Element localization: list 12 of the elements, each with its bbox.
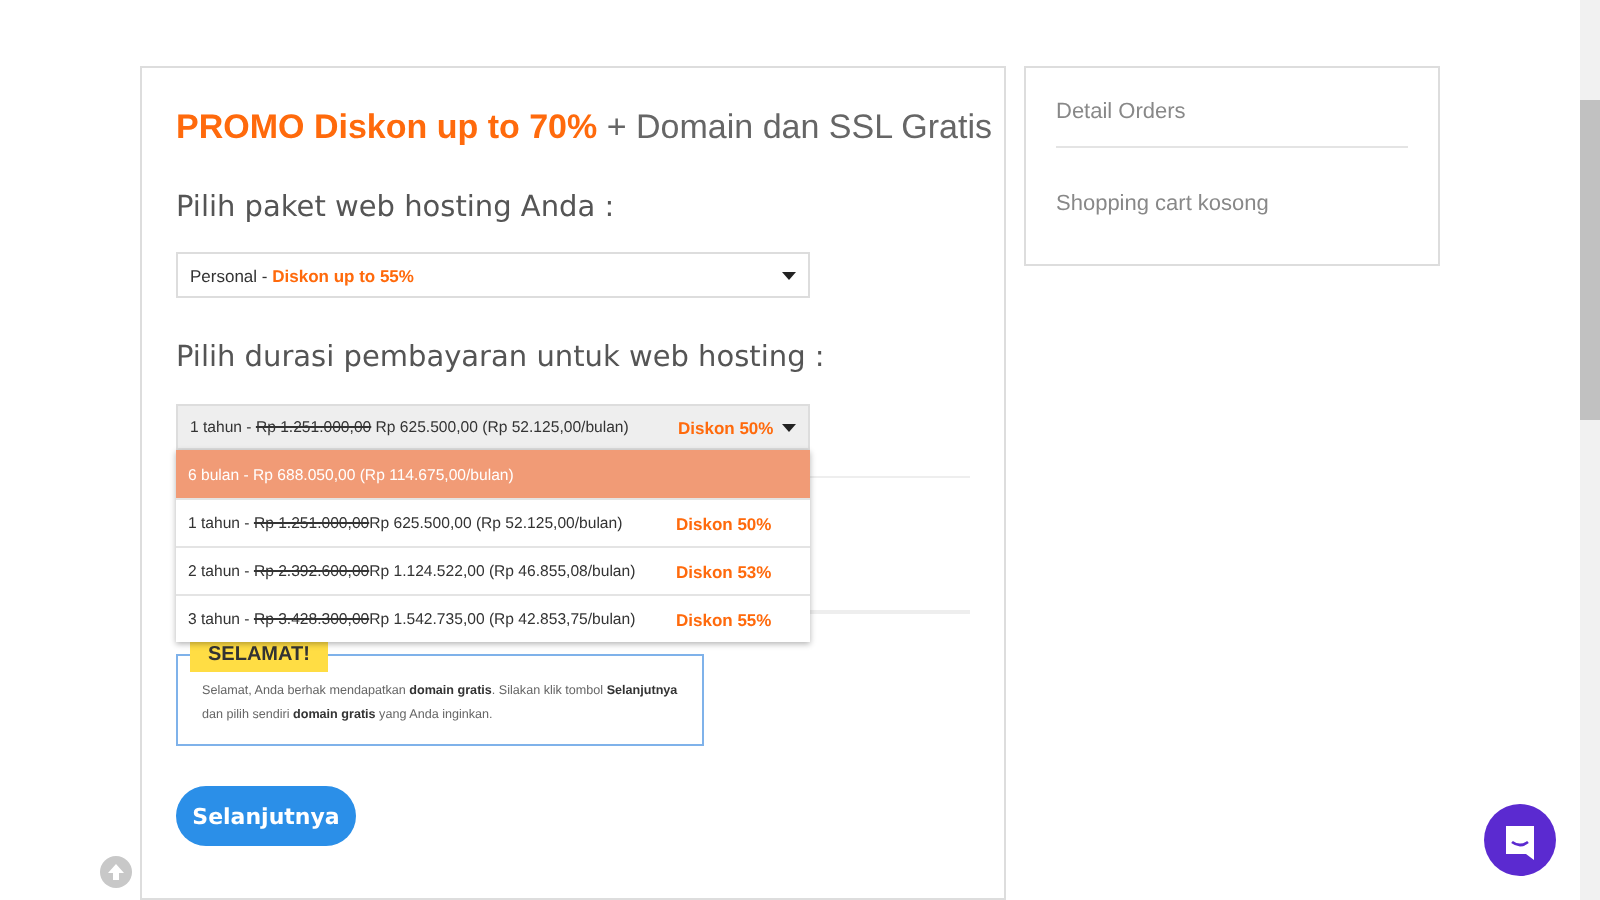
package-label: Pilih paket web hosting Anda :	[176, 192, 617, 224]
scroll-top-icon[interactable]	[100, 856, 132, 888]
chat-icon[interactable]	[1484, 804, 1556, 876]
caret-icon	[782, 272, 796, 280]
promo-subheading: + Domain dan SSL Gratis	[606, 108, 992, 146]
promo-heading: PROMO Diskon up to 70%	[176, 108, 598, 146]
summary-title: Detail Orders	[1056, 68, 1408, 148]
empty-cart-text: Shopping cart kosong	[1056, 190, 1271, 216]
duration-label: Pilih durasi pembayaran untuk web hosting :	[176, 342, 827, 374]
caret-icon	[782, 424, 796, 432]
package-select[interactable]: Personal - Diskon up to 55%	[176, 252, 810, 298]
scrollbar[interactable]	[1580, 0, 1600, 900]
